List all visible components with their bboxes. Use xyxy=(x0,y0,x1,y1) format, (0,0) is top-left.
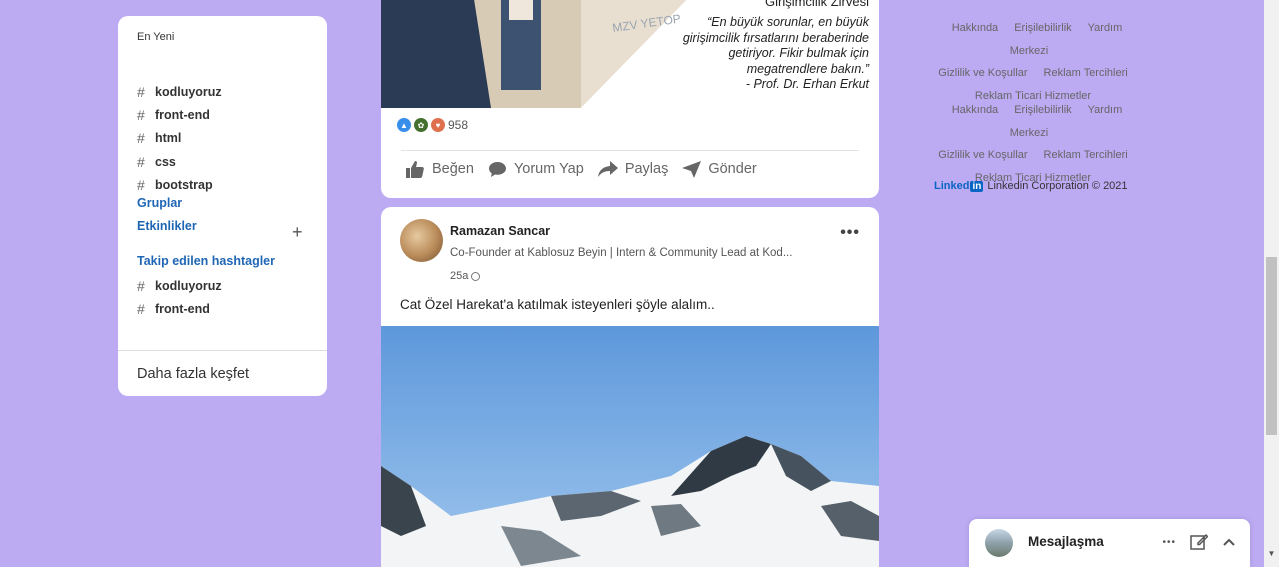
post-more-button[interactable]: ••• xyxy=(840,224,860,242)
footer-link-privacy[interactable]: Gizlilik ve Koşullar xyxy=(938,149,1027,161)
messaging-more-icon[interactable]: ••• xyxy=(1162,537,1176,548)
discover-more-button[interactable]: Daha fazla keşfet xyxy=(118,350,327,396)
post-time: 25a xyxy=(450,270,481,282)
hashtag-item-kodluyoruz[interactable]: # kodluyoruz xyxy=(137,80,222,103)
thumbs-up-icon xyxy=(406,161,424,178)
linkedin-logo-text: Linked xyxy=(934,180,970,192)
hash-icon: # xyxy=(137,153,145,170)
messaging-controls: ••• xyxy=(1162,533,1236,551)
linkedin-logo: Linked in xyxy=(934,180,984,192)
globe-icon xyxy=(471,271,481,281)
quote-line: girişimcilik fırsatlarını beraberinde xyxy=(682,30,869,45)
sort-newest-label[interactable]: En Yeni xyxy=(137,31,174,43)
messaging-bar[interactable]: Mesajlaşma ••• xyxy=(969,519,1250,567)
footer-link-about[interactable]: Hakkında xyxy=(952,22,998,34)
love-reaction-icon: ♥ xyxy=(431,118,445,132)
hashtag-item-front-end[interactable]: # front-end xyxy=(137,103,222,126)
hash-icon: # xyxy=(137,130,145,147)
hashtag-label: kodluyoruz xyxy=(155,84,222,99)
footer-link-accessibility[interactable]: Erişilebilirlik xyxy=(1014,104,1071,116)
feed-post-1: MZV YETOP Girişimcilik Zirvesi “En büyük… xyxy=(381,0,879,198)
recent-hashtag-list: # kodluyoruz # front-end # html # css # boots… xyxy=(137,80,222,197)
post-divider xyxy=(401,150,859,151)
comment-icon xyxy=(488,161,506,177)
footer-link-privacy[interactable]: Gizlilik ve Koşullar xyxy=(938,67,1027,79)
quote-line: getiriyor. Fikir bulmak için xyxy=(728,46,869,60)
like-button[interactable]: Beğen xyxy=(405,160,474,178)
quote-author: - Prof. Dr. Erhan Erkut xyxy=(745,77,869,91)
hashtag-label: front-end xyxy=(155,302,210,317)
footer-link-about[interactable]: Hakkında xyxy=(952,104,998,116)
reaction-summary[interactable]: ▲ ✿ ♥ 958 xyxy=(397,118,468,132)
post-actions: Beğen Yorum Yap Paylaş Gönder xyxy=(405,160,757,178)
followed-hashtag-kodluyoruz[interactable]: # kodluyoruz xyxy=(137,274,222,297)
followed-hashtag-list: # kodluyoruz # front-end xyxy=(137,274,222,321)
reaction-count: 958 xyxy=(448,118,469,132)
hashtag-label: html xyxy=(155,131,182,146)
send-button[interactable]: Gönder xyxy=(682,160,757,178)
followed-hashtag-front-end[interactable]: # front-end xyxy=(137,297,222,320)
send-icon xyxy=(682,160,702,178)
add-event-button[interactable]: + xyxy=(292,222,303,243)
hash-icon: # xyxy=(137,107,145,124)
compose-icon[interactable] xyxy=(1190,533,1208,551)
quote-line: megatrendlere bakın.” xyxy=(746,61,869,76)
post-time-label: 25a xyxy=(450,270,469,282)
author-name[interactable]: Ramazan Sancar xyxy=(450,224,550,238)
author-avatar[interactable] xyxy=(400,219,443,262)
footer-copyright: Linked in Linkedin Corporation © 2021 xyxy=(934,180,1128,192)
like-reaction-icon: ▲ xyxy=(397,118,411,132)
hashtag-item-css[interactable]: # css xyxy=(137,150,222,173)
groups-link[interactable]: Gruplar xyxy=(137,196,182,210)
mountain-photo[interactable] xyxy=(381,326,879,567)
post-banner-image[interactable]: MZV YETOP Girişimcilik Zirvesi “En büyük… xyxy=(381,0,879,108)
hash-icon: # xyxy=(137,83,145,100)
quote-line: “En büyük sorunlar, en büyük xyxy=(707,15,869,29)
messaging-avatar xyxy=(985,529,1013,557)
celebrate-reaction-icon: ✿ xyxy=(414,118,428,132)
scrollbar-thumb[interactable] xyxy=(1266,257,1277,435)
hashtag-label: css xyxy=(155,154,176,169)
share-button[interactable]: Paylaş xyxy=(597,160,669,178)
comment-button[interactable]: Yorum Yap xyxy=(488,160,584,178)
followed-hashtags-link[interactable]: Takip edilen hashtagler xyxy=(137,254,275,268)
left-sidebar-card: En Yeni # kodluyoruz # front-end # html # cs… xyxy=(118,16,327,396)
post-text: Cat Özel Harekat'a katılmak isteyenleri … xyxy=(400,297,715,312)
footer-links-group-1: Hakkında Erişilebilirlik Yardım Merkezi Gi… xyxy=(922,17,1144,107)
footer-link-accessibility[interactable]: Erişilebilirlik xyxy=(1014,22,1071,34)
messaging-title[interactable]: Mesajlaşma xyxy=(1028,534,1104,549)
hash-icon: # xyxy=(137,301,145,318)
hashtag-item-html[interactable]: # html xyxy=(137,127,222,150)
author-headline: Co-Founder at Kablosuz Beyin | Intern & … xyxy=(450,247,793,259)
chevron-up-icon[interactable] xyxy=(1222,535,1236,549)
send-label: Gönder xyxy=(708,161,757,177)
share-icon xyxy=(597,161,618,177)
summit-title: Girişimcilik Zirvesi xyxy=(765,0,869,9)
hash-icon: # xyxy=(137,177,145,194)
comment-label: Yorum Yap xyxy=(513,161,584,177)
events-link[interactable]: Etkinlikler xyxy=(137,219,197,233)
footer-link-ad-prefs[interactable]: Reklam Tercihleri xyxy=(1044,67,1128,79)
footer-links-group-2: Hakkında Erişilebilirlik Yardım Merkezi Gi… xyxy=(922,99,1144,189)
feed-post-2: Ramazan Sancar Co-Founder at Kablosuz Be… xyxy=(381,207,879,567)
banner-quote: “En büyük sorunlar, en büyük girişimcili… xyxy=(619,15,869,93)
share-label: Paylaş xyxy=(624,161,669,177)
linkedin-logo-box: in xyxy=(970,180,984,192)
hashtag-label: kodluyoruz xyxy=(155,278,222,293)
copyright-text: Linkedin Corporation © 2021 xyxy=(987,180,1128,192)
hash-icon: # xyxy=(137,277,145,294)
hashtag-item-bootstrap[interactable]: # bootstrap xyxy=(137,174,222,197)
hashtag-label: bootstrap xyxy=(155,178,213,193)
scroll-down-arrow-icon[interactable]: ▼ xyxy=(1266,549,1277,563)
hashtag-label: front-end xyxy=(155,108,210,123)
like-label: Beğen xyxy=(432,161,474,177)
footer-link-ad-prefs[interactable]: Reklam Tercihleri xyxy=(1044,149,1128,161)
